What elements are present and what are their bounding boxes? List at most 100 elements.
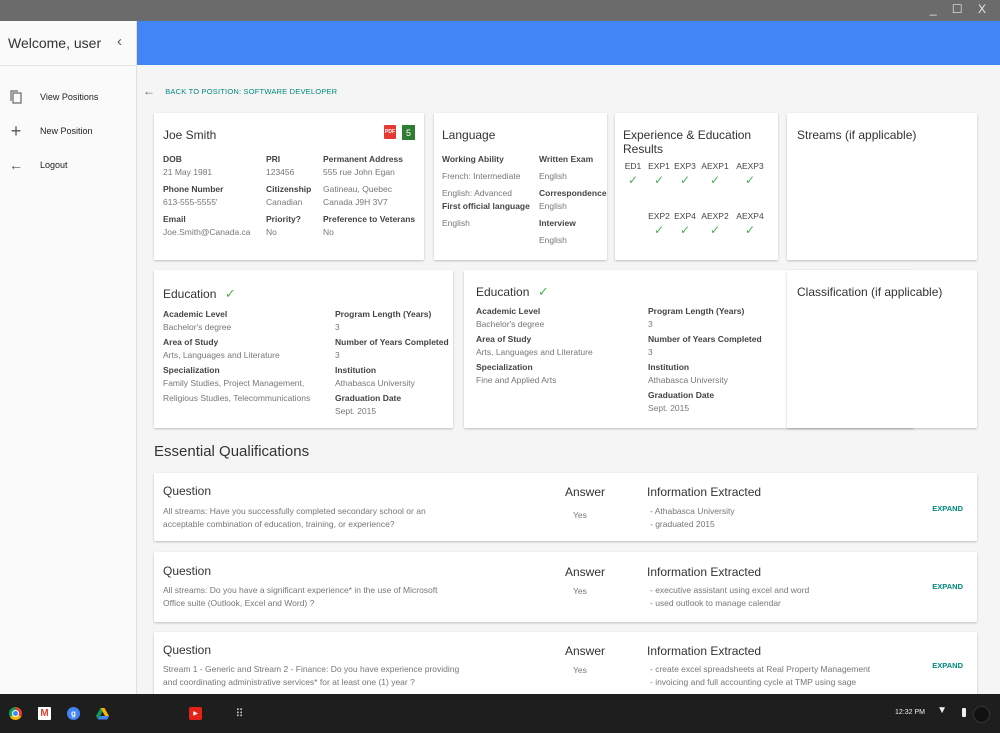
- academic-level-label: Academic Level: [163, 309, 228, 319]
- chrome-icon[interactable]: [9, 707, 22, 720]
- classification-title: Classification (if applicable): [797, 285, 943, 299]
- years-completed-value: 3: [648, 347, 653, 357]
- essential-qualifications-title: Essential Qualifications: [154, 443, 310, 460]
- clock[interactable]: 12:32 PM: [895, 709, 925, 716]
- address-label: Permanent Address: [323, 154, 403, 164]
- specialization-label: Specialization: [476, 362, 533, 372]
- language-card: Language Working Ability French: Interme…: [434, 113, 607, 260]
- welcome-text: Welcome, user: [8, 35, 102, 51]
- expand-button[interactable]: EXPAND: [932, 661, 963, 670]
- sidebar-header: Welcome, user ‹: [0, 21, 136, 66]
- education-right: Program Length (Years) 3 Number of Years…: [648, 305, 798, 415]
- language-title: Language: [442, 128, 496, 142]
- info-line: - executive assistant using excel and wo…: [650, 585, 810, 595]
- veterans-label: Preference to Veterans: [323, 214, 416, 224]
- sidebar-item-new-position[interactable]: + New Position: [0, 114, 136, 148]
- classification-card: Classification (if applicable): [787, 270, 977, 428]
- exp-label: AEXP4: [736, 211, 764, 221]
- working-ability-label: Working Ability: [442, 154, 504, 164]
- pdf-icon[interactable]: PDF: [384, 125, 396, 139]
- youtube-icon[interactable]: ▶: [189, 707, 202, 720]
- question-line: Stream 1 - Generic and Stream 2 - Financ…: [163, 664, 460, 674]
- dob-value: 21 May 1981: [163, 167, 213, 177]
- streams-title: Streams (if applicable): [797, 128, 917, 142]
- battery-icon[interactable]: [962, 708, 966, 717]
- info-line: - used outlook to manage calendar: [650, 598, 781, 608]
- exp-label: AEXP1: [701, 161, 729, 171]
- back-link[interactable]: ← BACK TO POSITION: SOFTWARE DEVELOPER: [143, 84, 337, 98]
- app-bar: [137, 21, 1000, 65]
- check-icon: ✓: [744, 173, 756, 187]
- correspondence-value: English: [539, 201, 567, 211]
- drive-icon[interactable]: [96, 707, 109, 720]
- phone-label: Phone Number: [163, 184, 224, 194]
- wifi-icon[interactable]: ▼: [937, 705, 947, 716]
- program-length-value: 3: [335, 322, 340, 332]
- info-line: - graduated 2015: [650, 519, 715, 529]
- streams-card: Streams (if applicable): [787, 113, 977, 260]
- answer-header: Answer: [565, 644, 606, 658]
- language-col-1: Working Ability French: Intermediate Eng…: [442, 153, 537, 230]
- email-value: Joe.Smith@Canada.ca: [163, 227, 251, 237]
- sidebar-item-view-positions[interactable]: View Positions: [0, 80, 136, 114]
- avatar[interactable]: [973, 706, 990, 723]
- candidate-card: Joe Smith PDF 5 DOB 21 May 1981 Phone Nu…: [154, 113, 424, 260]
- written-exam-label: Written Exam: [539, 154, 594, 164]
- question-line: All streams: Have you successfully compl…: [163, 506, 426, 516]
- answer-value: Yes: [573, 665, 587, 675]
- sidebar: Welcome, user ‹ View Positions + New Pos…: [0, 21, 137, 694]
- exp-label: AEXP3: [736, 161, 764, 171]
- expand-button[interactable]: EXPAND: [932, 504, 963, 513]
- candidate-name: Joe Smith: [163, 128, 217, 142]
- back-link-label: BACK TO POSITION: SOFTWARE DEVELOPER: [165, 86, 338, 96]
- candidate-col-1: DOB 21 May 1981 Phone Number 613-555-555…: [163, 153, 258, 239]
- arrow-left-icon: ←: [9, 157, 23, 173]
- phone-value: 613-555-5555': [163, 197, 218, 207]
- specialization-value: Family Studies, Project Management,: [163, 378, 305, 388]
- sidebar-item-label: View Positions: [40, 92, 99, 102]
- program-length-value: 3: [648, 319, 653, 329]
- google-plus-icon[interactable]: g: [67, 707, 80, 720]
- address-line: Gatineau, Quebec: [323, 184, 392, 194]
- graduation-date-label: Graduation Date: [335, 393, 402, 403]
- info-header: Information Extracted: [647, 565, 762, 579]
- experience-title: Experience & Education Results: [623, 128, 752, 156]
- graduation-date-value: Sept. 2015: [335, 406, 377, 416]
- answer-header: Answer: [565, 565, 606, 579]
- info-extracted: - Athabasca University - graduated 2015: [650, 505, 735, 531]
- question-text: Stream 1 - Generic and Stream 2 - Financ…: [163, 663, 563, 689]
- expand-button[interactable]: EXPAND: [932, 582, 963, 591]
- window-controls[interactable]: _ ☐ X: [930, 2, 992, 16]
- academic-level-value: Bachelor's degree: [476, 319, 545, 329]
- years-completed-label: Number of Years Completed: [648, 334, 762, 344]
- collapse-sidebar-icon[interactable]: ‹: [117, 33, 122, 50]
- question-card: Question All streams: Have you successfu…: [154, 473, 977, 541]
- plus-icon: +: [10, 120, 22, 141]
- candidate-col-2: PRI 123456 Citizenship Canadian Priority…: [266, 153, 321, 239]
- veterans-value: No: [323, 227, 334, 237]
- area-of-study-value: Arts, Languages and Literature: [476, 347, 593, 357]
- interview-label: Interview: [539, 218, 576, 228]
- pri-value: 123456: [266, 167, 295, 177]
- institution-value: Athabasca University: [335, 378, 415, 388]
- language-col-2: Written Exam English Correspondence Engl…: [539, 153, 607, 247]
- address-line: 555 rue John Egan: [323, 167, 395, 177]
- written-exam-value: English: [539, 171, 567, 181]
- education-left: Academic Level Bachelor's degree Area of…: [476, 305, 646, 387]
- graduation-date-label: Graduation Date: [648, 390, 715, 400]
- english-level: English: Advanced: [442, 188, 512, 198]
- question-header: Question: [163, 484, 212, 498]
- exp-label: EXP3: [674, 161, 696, 171]
- question-line: acceptable combination of education, tra…: [163, 519, 395, 529]
- answer-header: Answer: [565, 485, 606, 499]
- gmail-icon[interactable]: M: [38, 707, 51, 720]
- question-text: All streams: Have you successfully compl…: [163, 505, 523, 531]
- sidebar-item-logout[interactable]: ← Logout: [0, 148, 136, 182]
- sidebar-item-label: Logout: [40, 160, 68, 170]
- answer-value: Yes: [573, 586, 587, 596]
- taskbar: M g ▶ ⠿ 12:32 PM ▼: [0, 694, 1000, 733]
- app-launcher-icon[interactable]: ⠿: [233, 707, 246, 720]
- citizenship-label: Citizenship: [266, 184, 312, 194]
- candidate-col-3: Permanent Address 555 rue John Egan Gati…: [323, 153, 423, 239]
- check-icon: ✓: [537, 284, 549, 299]
